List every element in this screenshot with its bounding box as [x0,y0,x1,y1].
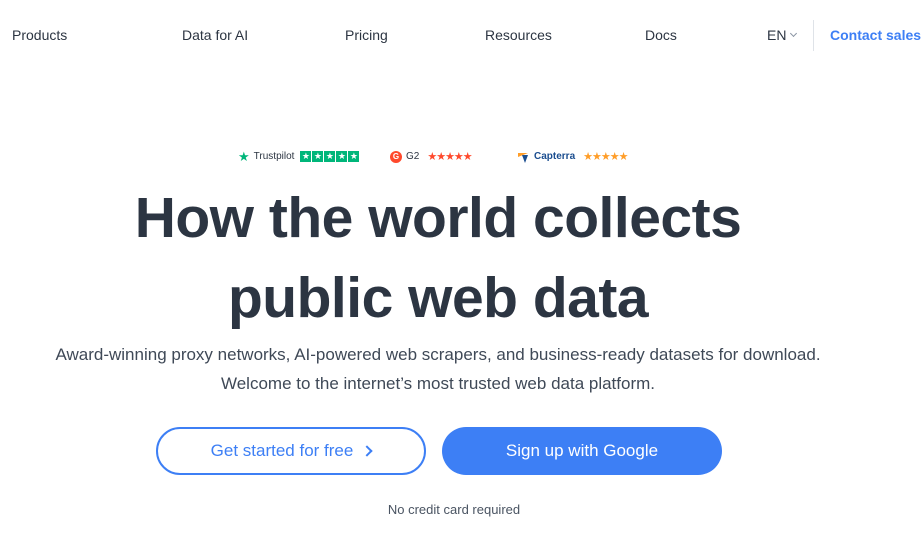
language-selector[interactable]: EN [767,27,798,43]
trustpilot-star-icon: ★ [238,149,250,164]
star-icon: ★ [312,151,324,162]
trustpilot-stars: ★ ★ ★ ★ ★ [300,151,360,162]
nav-docs[interactable]: Docs [645,27,677,43]
g2-label: G2 [406,151,420,162]
google-signup-button[interactable]: Sign up with Google [442,427,722,475]
g2-stars-icon: ★★★★★ [427,151,472,163]
hero-title-line-2: public web data [227,266,649,330]
star-icon: ★ [348,151,360,162]
ratings-row: ★ Trustpilot ★ ★ ★ ★ ★ G G2 ★★★★★ Capter… [0,150,924,166]
top-navigation: Products Data for AI Pricing Resources D… [0,0,924,70]
nav-resources[interactable]: Resources [485,27,552,43]
capterra-stars-icon: ★★★★★ [583,151,628,163]
hero-subtitle: Award-winning proxy networks, AI-powered… [0,340,876,398]
nav-pricing[interactable]: Pricing [345,27,388,43]
nav-data-for-ai[interactable]: Data for AI [182,27,248,43]
star-icon: ★ [324,151,336,162]
no-credit-card-note: No credit card required [387,502,521,517]
star-icon: ★ [336,151,348,162]
trustpilot-rating[interactable]: ★ Trustpilot ★ ★ ★ ★ ★ [238,149,360,164]
get-started-button[interactable]: Get started for free [156,427,426,475]
hero-title-line-1: How the world collects [134,186,742,250]
capterra-logo-icon [518,151,530,163]
capterra-rating[interactable]: Capterra ★★★★★ [518,150,628,163]
hero-title: How the world collects public web data [0,178,876,338]
chevron-right-icon [361,445,374,457]
nav-divider [813,20,814,51]
contact-sales-link[interactable]: Contact sales [830,27,921,43]
g2-logo-icon: G [390,150,402,163]
capterra-label: Capterra [534,151,576,162]
nav-products[interactable]: Products [12,27,67,43]
hero-subtitle-line-2: Welcome to the internet’s most trusted w… [220,374,656,393]
get-started-label: Get started for free [210,441,354,460]
google-signup-label: Sign up with Google [505,441,659,460]
trustpilot-label: Trustpilot [253,151,295,162]
star-icon: ★ [300,151,312,162]
hero-subtitle-line-1: Award-winning proxy networks, AI-powered… [55,345,821,364]
g2-rating[interactable]: G G2 ★★★★★ [390,150,473,163]
language-label: EN [767,27,787,43]
chevron-down-icon [790,29,798,38]
